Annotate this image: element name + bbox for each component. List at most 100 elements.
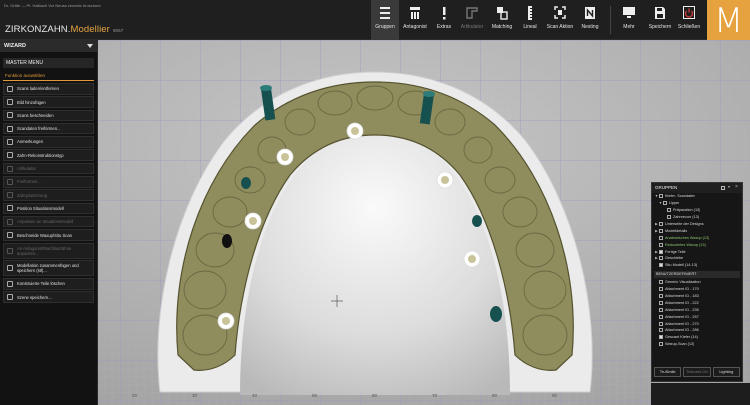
group-row[interactable]: Attachment ID - 222 (652, 299, 742, 306)
visibility-checkbox[interactable] (659, 307, 663, 312)
group-row[interactable]: ▶ Fertige Teile (652, 248, 742, 255)
group-row[interactable]: ▼ Kiefer- Scandaten (652, 193, 742, 200)
visibility-checkbox[interactable] (659, 328, 663, 333)
group-row[interactable]: Gescant Kiefer (14) (652, 334, 742, 341)
wizard-item-label: Modellation zusammenfügen und speichern … (17, 263, 79, 274)
toolbar-antagonist-button[interactable]: Antagonist (401, 5, 429, 35)
wizard-item[interactable]: Bild hinzufügen (3, 96, 94, 108)
wizard-header[interactable]: WIZARD (0, 40, 97, 52)
visibility-checkbox[interactable] (659, 335, 663, 340)
visibility-checkbox[interactable] (659, 249, 663, 254)
master-menu-button[interactable]: MASTER MENU (3, 58, 94, 68)
group-row[interactable]: Attachment ID - 286 (652, 327, 742, 334)
group-row[interactable]: ▶ Unterseite der Designs (652, 221, 742, 228)
group-row[interactable]: Waxup-Scan (13) (652, 341, 742, 348)
chevron-down-icon[interactable] (87, 44, 93, 48)
wizard-item-label: Artikulator (17, 166, 36, 172)
custom-section-header[interactable]: BENUTZERDEFINIERT (654, 270, 740, 278)
group-row[interactable]: ▶ Modelldetails (652, 227, 742, 234)
app-title: ZIRKONZAHN.Modellier 9067 (5, 24, 123, 35)
matching-icon (489, 5, 515, 23)
wizard-item[interactable]: Scans beschneiden (3, 109, 94, 122)
scan-icon (545, 5, 575, 23)
wizard-item-icon (7, 85, 13, 92)
chevron-down-icon[interactable]: ▾ (728, 184, 732, 189)
visibility-checkbox[interactable] (659, 294, 663, 299)
wizard-function-list: Scans laden/entfernen Bild hinzufügen Scan… (3, 83, 94, 303)
visibility-checkbox[interactable] (659, 280, 663, 285)
group-row[interactable]: Zahnrecon (13) (652, 214, 742, 221)
toolbar-lineal-button[interactable]: Lineal (518, 5, 542, 35)
wizard-item[interactable]: Position Situationsmodell (3, 202, 94, 215)
float-icon[interactable] (721, 186, 725, 190)
3d-viewport[interactable] (0, 40, 750, 405)
wizard-item[interactable]: Anpassen an Situationsmodell (3, 215, 94, 228)
wizard-item[interactable]: Scans laden/entfernen (3, 83, 94, 95)
group-row[interactable]: Attachment ID - 235 (652, 306, 742, 313)
visibility-checkbox[interactable] (659, 242, 663, 247)
visibility-checkbox[interactable] (667, 208, 671, 213)
wizard-item[interactable]: Modellation zusammenfügen und speichern … (3, 260, 94, 277)
toolbar-matching-button[interactable]: Matching (489, 5, 515, 35)
case-path: Dr. Gräfe — Pt. Halbach Vor Neuss cerami… (4, 3, 101, 8)
toolbar-matching-label: Matching (491, 24, 513, 30)
visibility-checkbox[interactable] (659, 256, 663, 261)
visibility-checkbox[interactable] (659, 342, 663, 347)
wizard-item[interactable]: Beschneide Waxup/Situ Scan (3, 229, 94, 241)
wizard-item[interactable]: Szene speichern... (3, 291, 94, 303)
group-row[interactable]: ▶ Geschiebe (652, 255, 742, 262)
toolbar-scan-aktion-button[interactable]: Scan Aktion (545, 5, 575, 35)
group-row[interactable]: Attachment ID - 257 (652, 313, 742, 320)
visibility-checkbox[interactable] (667, 215, 671, 220)
group-row[interactable]: ▼ Upper (652, 200, 742, 207)
group-row[interactable]: Attachment ID - 183 (652, 293, 742, 300)
visibility-checkbox[interactable] (659, 287, 663, 292)
toolbar-nesting-button[interactable]: Nesting (578, 5, 602, 35)
wizard-item[interactable]: An Antagonist/Nachbarzähne anpassen... (3, 242, 94, 259)
wizard-item[interactable]: Artikulator (3, 162, 94, 175)
visibility-checkbox[interactable] (659, 222, 663, 226)
wizard-item[interactable]: Scandaten freiformen... (3, 122, 94, 135)
toolbar-nesting-label: Nesting (581, 24, 599, 30)
wizard-item-icon (7, 205, 13, 212)
visibility-checkbox[interactable] (663, 201, 667, 206)
textures-button[interactable]: Textures On (683, 367, 711, 377)
trusmile-button[interactable]: TruSmile (654, 367, 682, 377)
close-icon[interactable]: × (735, 184, 739, 190)
wizard-item-icon (7, 192, 13, 199)
toolbar-speichern-button[interactable]: Speichern (646, 5, 674, 35)
group-row[interactable]: Anatomisches Waxup (13) (652, 234, 742, 241)
visibility-checkbox[interactable] (659, 194, 663, 199)
lighting-button[interactable]: Lighting (712, 367, 740, 377)
wizard-item-icon (7, 178, 13, 185)
wizard-item[interactable]: Freiformen... (3, 176, 94, 188)
toolbar-gruppen-label: Gruppen (375, 24, 395, 30)
group-row[interactable]: Reduziertes Waxup (13) (652, 241, 742, 248)
wizard-item[interactable]: Zahn-Rekonstruktionstyp (3, 149, 94, 161)
group-row[interactable]: Präparation (13) (652, 207, 742, 214)
group-label: Attachment ID - 222 (665, 300, 699, 305)
toolbar-mehr-button[interactable]: Mehr (617, 5, 641, 35)
group-label: Attachment ID - 270 (665, 321, 699, 326)
wizard-item[interactable]: Konstruierte Teile löschen (3, 278, 94, 290)
group-row[interactable]: Attachment ID - 270 (652, 320, 742, 327)
wizard-item[interactable]: Anmerkungen (3, 136, 94, 148)
visibility-checkbox[interactable] (659, 300, 663, 305)
wizard-item[interactable]: Zahnplatzierung (3, 189, 94, 201)
group-row[interactable]: Situ Modell (14-13) (652, 262, 742, 269)
group-row[interactable]: Attachment ID - 170 (652, 286, 742, 293)
groups-header: GRUPPEN ▾ × (652, 183, 742, 193)
app-logo: M (707, 0, 750, 41)
group-row[interactable]: Generic Visualization (652, 279, 742, 286)
toolbar-extras-button[interactable]: Extras (432, 5, 456, 35)
toolbar-speichern-label: Speichern (648, 24, 672, 30)
visibility-checkbox[interactable] (659, 228, 663, 233)
visibility-checkbox[interactable] (659, 321, 663, 326)
visibility-checkbox[interactable] (659, 314, 663, 319)
visibility-checkbox[interactable] (659, 235, 663, 240)
group-label: Präparation (13) (673, 208, 701, 213)
toolbar-gruppen-button[interactable]: Gruppen (371, 0, 399, 40)
toolbar-artikulator-button[interactable]: Artikulator (458, 5, 486, 35)
toolbar-schliessen-button[interactable]: Schließen (676, 5, 702, 35)
visibility-checkbox[interactable] (659, 263, 663, 268)
